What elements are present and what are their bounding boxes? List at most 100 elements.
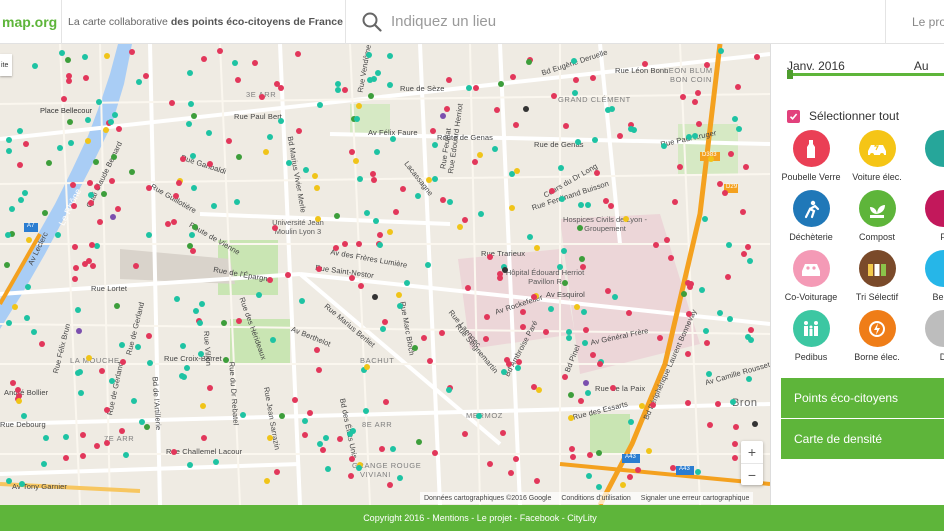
- map-marker[interactable]: [226, 138, 232, 144]
- map-marker[interactable]: [104, 407, 110, 413]
- map-marker[interactable]: [71, 203, 77, 209]
- attribution-report-link[interactable]: Signaler une erreur cartographique: [641, 495, 750, 502]
- map-marker[interactable]: [349, 149, 355, 155]
- map-marker[interactable]: [99, 368, 105, 374]
- map-marker[interactable]: [80, 432, 86, 438]
- map-marker[interactable]: [286, 160, 292, 166]
- map-marker[interactable]: [111, 154, 117, 160]
- map-marker[interactable]: [207, 161, 213, 167]
- map-marker[interactable]: [169, 100, 175, 106]
- map-marker[interactable]: [171, 449, 177, 455]
- map-marker[interactable]: [316, 266, 322, 272]
- map-marker[interactable]: [264, 478, 270, 484]
- map-marker[interactable]: [367, 77, 373, 83]
- map-marker[interactable]: [444, 106, 450, 112]
- map-marker[interactable]: [317, 102, 323, 108]
- map-marker[interactable]: [497, 271, 503, 277]
- map-marker[interactable]: [732, 441, 738, 447]
- map-marker[interactable]: [240, 412, 246, 418]
- map-marker[interactable]: [101, 191, 107, 197]
- category-voiture-elec[interactable]: Voiture élec.: [847, 130, 907, 182]
- map-marker[interactable]: [642, 61, 648, 67]
- map-marker[interactable]: [198, 351, 204, 357]
- map-marker[interactable]: [628, 419, 634, 425]
- map-marker[interactable]: [447, 199, 453, 205]
- map-marker[interactable]: [627, 474, 633, 480]
- points-eco-citoyens-button[interactable]: Points éco-citoyens: [781, 378, 944, 418]
- map-marker[interactable]: [303, 167, 309, 173]
- map-marker[interactable]: [279, 413, 285, 419]
- map-marker[interactable]: [73, 265, 79, 271]
- map-marker[interactable]: [236, 318, 242, 324]
- map-marker[interactable]: [462, 217, 468, 223]
- map-marker[interactable]: [63, 455, 69, 461]
- map-marker[interactable]: [325, 466, 331, 472]
- map-marker[interactable]: [639, 403, 645, 409]
- map-marker[interactable]: [94, 184, 100, 190]
- map-marker[interactable]: [187, 70, 193, 76]
- map-marker[interactable]: [90, 263, 96, 269]
- map-marker[interactable]: [6, 148, 12, 154]
- map-marker[interactable]: [608, 203, 614, 209]
- map-marker[interactable]: [349, 456, 355, 462]
- map-marker[interactable]: [685, 351, 691, 357]
- map-marker[interactable]: [446, 77, 452, 83]
- map-marker[interactable]: [581, 309, 587, 315]
- map-marker[interactable]: [421, 335, 427, 341]
- map-marker[interactable]: [116, 126, 122, 132]
- map-marker[interactable]: [708, 156, 714, 162]
- map-marker[interactable]: [335, 81, 341, 87]
- map-marker[interactable]: [609, 106, 615, 112]
- map-marker[interactable]: [387, 229, 393, 235]
- map-marker[interactable]: [9, 206, 15, 212]
- map-marker[interactable]: [572, 90, 578, 96]
- map-marker[interactable]: [114, 303, 120, 309]
- select-all-row[interactable]: Sélectionner tout: [787, 109, 899, 123]
- map-marker[interactable]: [78, 390, 84, 396]
- map-marker[interactable]: [377, 242, 383, 248]
- select-all-checkbox[interactable]: [787, 109, 800, 123]
- map-marker[interactable]: [119, 342, 125, 348]
- map-marker[interactable]: [732, 116, 738, 122]
- map-marker[interactable]: [109, 178, 115, 184]
- map-marker[interactable]: [199, 301, 205, 307]
- map-marker[interactable]: [476, 413, 482, 419]
- map-marker[interactable]: [97, 219, 103, 225]
- map-marker[interactable]: [299, 298, 305, 304]
- map-marker[interactable]: [363, 408, 369, 414]
- map-marker[interactable]: [430, 128, 436, 134]
- map-marker[interactable]: [146, 185, 152, 191]
- map-marker[interactable]: [594, 170, 600, 176]
- map-marker[interactable]: [439, 330, 445, 336]
- map-marker[interactable]: [487, 461, 493, 467]
- map-marker[interactable]: [201, 435, 207, 441]
- map-marker[interactable]: [109, 378, 115, 384]
- map-marker[interactable]: [6, 137, 12, 143]
- map-marker[interactable]: [292, 397, 298, 403]
- map-marker[interactable]: [65, 57, 71, 63]
- map-marker[interactable]: [571, 58, 577, 64]
- map-marker[interactable]: [108, 119, 114, 125]
- map-marker[interactable]: [440, 113, 446, 119]
- map-marker[interactable]: [143, 73, 149, 79]
- map-marker[interactable]: [722, 190, 728, 196]
- map-marker[interactable]: [523, 106, 529, 112]
- map-marker[interactable]: [575, 139, 581, 145]
- map-marker[interactable]: [93, 159, 99, 165]
- map-marker[interactable]: [70, 182, 76, 188]
- category-poubelle-verre[interactable]: Poubelle Verre: [781, 130, 841, 182]
- map-marker[interactable]: [191, 185, 197, 191]
- map-marker[interactable]: [462, 431, 468, 437]
- map-marker[interactable]: [357, 176, 363, 182]
- map-marker[interactable]: [213, 459, 219, 465]
- map-marker[interactable]: [745, 244, 751, 250]
- map-marker[interactable]: [500, 430, 506, 436]
- map-marker[interactable]: [396, 292, 402, 298]
- map-marker[interactable]: [494, 107, 500, 113]
- map-marker[interactable]: [699, 287, 705, 293]
- map-marker[interactable]: [274, 469, 280, 475]
- map-marker[interactable]: [743, 164, 749, 170]
- map-marker[interactable]: [235, 77, 241, 83]
- map-marker[interactable]: [302, 418, 308, 424]
- map-marker[interactable]: [217, 48, 223, 54]
